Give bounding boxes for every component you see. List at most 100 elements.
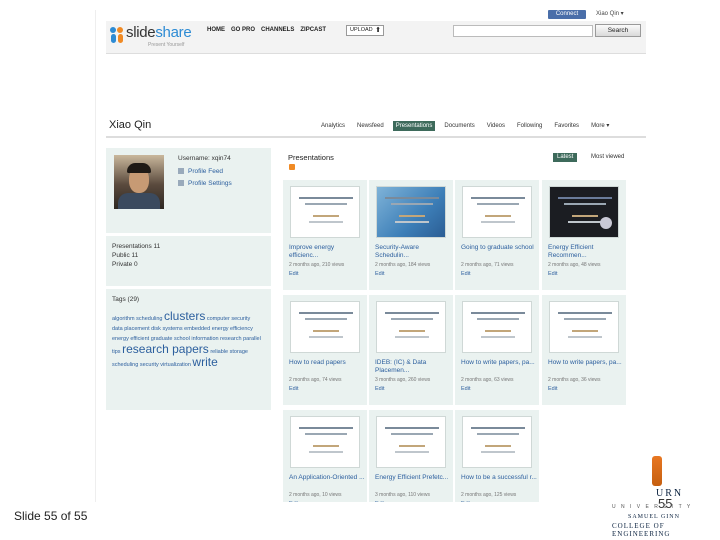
edit-link[interactable]: Edit (375, 501, 384, 502)
presentation-title-link[interactable]: Energy Efficient Prefetc... (375, 474, 451, 482)
edit-link[interactable]: Edit (548, 386, 557, 392)
slide-thumbnail[interactable] (549, 186, 619, 238)
logo-text: slideshare (126, 24, 192, 41)
presentation-card[interactable]: Energy Efficient Prefetc... 3 months ago,… (369, 410, 453, 502)
tag[interactable]: energy (212, 326, 229, 332)
tags-panel: Tags (29) algorithm scheduling clusters … (106, 289, 271, 410)
slide-thumbnail[interactable] (549, 301, 619, 353)
connect-button[interactable]: Connect (548, 10, 586, 19)
edit-link[interactable]: Edit (461, 386, 470, 392)
slide-thumbnail[interactable] (290, 301, 360, 353)
slide-thumbnail[interactable] (462, 416, 532, 468)
presentation-title-link[interactable]: Going to graduate school (461, 244, 537, 252)
tag[interactable]: algorithm (112, 316, 135, 322)
logo-tagline: Present Yourself (148, 42, 185, 48)
slide-thumbnail[interactable] (462, 301, 532, 353)
presentation-card[interactable]: Security-Aware Schedulin... 2 months ago,… (369, 180, 453, 290)
presentation-title-link[interactable]: How to write papers, pa... (461, 359, 537, 367)
username: Username: xqin74 (178, 155, 231, 162)
presentation-card[interactable]: How to be a successful r... 2 months ago,… (455, 410, 539, 502)
slide-thumbnail[interactable] (376, 186, 446, 238)
tag[interactable]: disk systems (151, 326, 182, 332)
tab-more[interactable]: More ▾ (588, 121, 612, 131)
tab-favorites[interactable]: Favorites (551, 121, 582, 131)
tag[interactable]: embedded (184, 326, 210, 332)
edit-link[interactable]: Edit (289, 386, 298, 392)
tag[interactable]: data placement (112, 326, 150, 332)
main-nav: HOME GO PRO CHANNELS ZIPCAST (207, 26, 326, 34)
presentation-title-link[interactable]: Security-Aware Schedulin... (375, 244, 451, 260)
presentation-card[interactable]: An Application-Oriented ... 2 months ago,… (283, 410, 367, 502)
tab-analytics[interactable]: Analytics (318, 121, 348, 131)
presentation-title-link[interactable]: How to be a successful r... (461, 474, 537, 482)
edit-link[interactable]: Edit (461, 501, 470, 502)
tab-videos[interactable]: Videos (484, 121, 508, 131)
presentation-card[interactable]: Energy Efficient Recommen... 2 months ago… (542, 180, 626, 290)
nav-home[interactable]: HOME (207, 26, 225, 34)
user-menu[interactable]: Xiao Qin ▾ (596, 10, 624, 19)
nav-go-pro[interactable]: GO PRO (231, 26, 255, 34)
presentation-card[interactable]: How to write papers, pa... 2 months ago, … (455, 295, 539, 405)
tab-newsfeed[interactable]: Newsfeed (354, 121, 387, 131)
slide-thumbnail[interactable] (376, 301, 446, 353)
sort-most-viewed-button[interactable]: Most viewed (587, 153, 628, 162)
slide-thumbnail[interactable] (290, 416, 360, 468)
presentation-meta: 2 months ago, 48 views (548, 262, 601, 268)
presentation-card[interactable]: How to write papers, pa... 2 months ago, … (542, 295, 626, 405)
college-name: SAMUEL GINN (628, 514, 680, 520)
tab-following[interactable]: Following (514, 121, 545, 131)
slide-thumbnail[interactable] (462, 186, 532, 238)
presentation-title-link[interactable]: An Application-Oriented ... (289, 474, 365, 482)
presentation-card[interactable]: Improve energy efficienc... 2 months ago,… (283, 180, 367, 290)
presentation-card[interactable]: Going to graduate school 2 months ago, 71… (455, 180, 539, 290)
edit-link[interactable]: Edit (289, 271, 298, 277)
presentation-title-link[interactable]: IDEB: (IC) & Data Placemen... (375, 359, 451, 375)
edit-link[interactable]: Edit (548, 271, 557, 277)
tag[interactable]: scheduling security virtualization (112, 362, 191, 368)
rss-icon[interactable] (289, 164, 295, 170)
presentation-title-link[interactable]: How to read papers (289, 359, 365, 367)
profile-tabs: Analytics Newsfeed Presentations Documen… (318, 121, 612, 131)
divider (106, 136, 646, 138)
presentation-title-link[interactable]: Improve energy efficienc... (289, 244, 365, 260)
avatar[interactable] (114, 155, 164, 209)
search-button[interactable]: Search (595, 24, 641, 37)
presentation-meta: 2 months ago, 125 views (461, 492, 517, 498)
tag[interactable]: computer security (207, 316, 250, 322)
presentation-card[interactable]: How to read papers 2 months ago, 74 views… (283, 295, 367, 405)
slideshare-logo[interactable]: slideshare Present Yourself (110, 24, 200, 52)
tag[interactable]: tips (112, 349, 121, 355)
tag[interactable]: clusters (164, 309, 205, 323)
univ-word: U N I V E R S I T Y (612, 504, 693, 510)
slide-thumbnail[interactable] (376, 416, 446, 468)
search-input[interactable] (453, 25, 593, 37)
tag[interactable]: parallel (243, 336, 261, 342)
presentation-title-link[interactable]: How to write papers, pa... (548, 359, 624, 367)
tag[interactable]: research (220, 336, 241, 342)
profile-feed-link[interactable]: Profile Feed (178, 168, 223, 175)
tab-presentations[interactable]: Presentations (392, 121, 436, 131)
university-logo: URN U N I V E R S I T Y SAMUEL GINN COLL… (600, 452, 718, 538)
presentation-card[interactable]: IDEB: (IC) & Data Placemen... 3 months ag… (369, 295, 453, 405)
profile-settings-link[interactable]: Profile Settings (178, 180, 232, 187)
sort-latest-button[interactable]: Latest (553, 153, 578, 162)
slide-footer: Slide 55 of 55 (14, 509, 88, 523)
nav-channels[interactable]: CHANNELS (261, 26, 294, 34)
edit-link[interactable]: Edit (375, 271, 384, 277)
presentation-meta: 2 months ago, 210 views (289, 262, 345, 268)
stat-private: Private 0 (112, 261, 138, 268)
tag[interactable]: write (192, 355, 217, 369)
tag[interactable]: research papers (122, 342, 209, 356)
edit-link[interactable]: Edit (289, 501, 298, 502)
tab-documents[interactable]: Documents (441, 121, 477, 131)
stat-public: Public 11 (112, 252, 139, 259)
nav-zipcast[interactable]: ZIPCAST (300, 26, 326, 34)
tag[interactable]: scheduling (136, 316, 162, 322)
edit-link[interactable]: Edit (461, 271, 470, 277)
upload-arrow-icon: ⬆ (375, 27, 381, 34)
slide-thumbnail[interactable] (290, 186, 360, 238)
presentation-meta: 3 months ago, 260 views (375, 377, 431, 383)
upload-button[interactable]: UPLOAD ⬆ (346, 25, 384, 36)
presentation-title-link[interactable]: Energy Efficient Recommen... (548, 244, 624, 260)
edit-link[interactable]: Edit (375, 386, 384, 392)
